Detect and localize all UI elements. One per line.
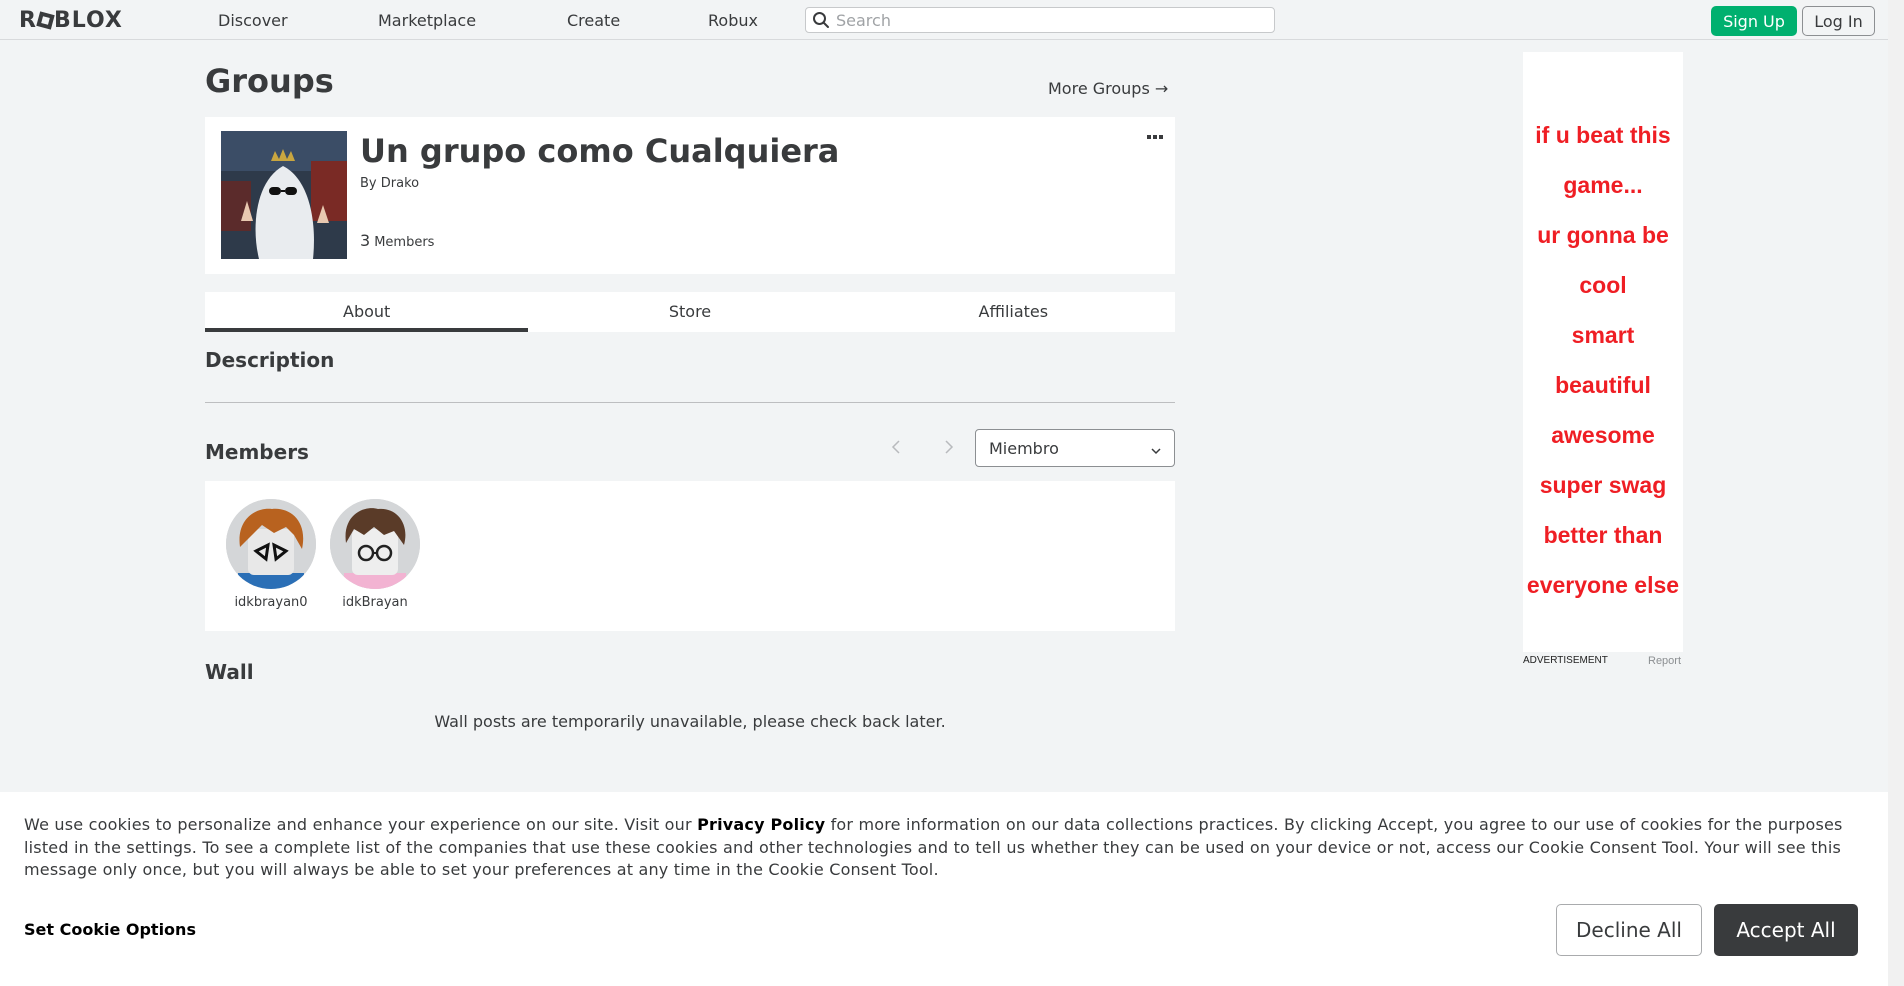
wall-heading: Wall: [205, 660, 254, 684]
nav-create[interactable]: Create: [567, 11, 620, 30]
tab-affiliates[interactable]: Affiliates: [852, 292, 1175, 332]
advertisement-label: ADVERTISEMENT: [1523, 655, 1608, 666]
group-header-card: Un grupo como Cualquiera By Drako 3 Membe…: [205, 117, 1175, 274]
group-tabs: About Store Affiliates: [205, 292, 1175, 332]
description-heading: Description: [205, 348, 335, 372]
member-count: 3 Members: [360, 231, 434, 250]
owner-prefix: By: [360, 176, 377, 191]
section-divider: [205, 402, 1175, 403]
group-owner-line: By Drako: [360, 176, 419, 191]
previous-page-icon[interactable]: [886, 437, 906, 457]
ad-text-line: beautiful: [1555, 372, 1651, 398]
ad-text-line: everyone else: [1526, 572, 1680, 598]
sign-up-button[interactable]: Sign Up: [1711, 6, 1797, 36]
next-page-icon[interactable]: [939, 437, 959, 457]
member-card[interactable]: idkBrayan: [323, 499, 427, 610]
cookie-text-before: We use cookies to personalize and enhanc…: [24, 815, 698, 834]
decline-all-button[interactable]: Decline All: [1556, 904, 1702, 956]
advertisement-banner[interactable]: if u beat this game... ur gonna be cool …: [1523, 52, 1683, 652]
group-name: Un grupo como Cualquiera: [360, 132, 840, 170]
search-bar: [805, 7, 1275, 33]
more-options-icon[interactable]: [1145, 129, 1165, 141]
chevron-down-icon: [1150, 442, 1162, 461]
ad-text-line: awesome: [1551, 422, 1655, 448]
owner-link[interactable]: Drako: [381, 176, 419, 191]
top-navigation: R BLOX Discover Marketplace Create Robux …: [0, 0, 1888, 40]
privacy-policy-link[interactable]: Privacy Policy: [697, 815, 825, 834]
avatar: [330, 499, 420, 589]
page-scrollbar[interactable]: [1888, 0, 1904, 986]
cookie-consent-banner: We use cookies to personalize and enhanc…: [0, 792, 1888, 986]
member-card[interactable]: idkbrayan0: [219, 499, 323, 610]
avatar: [226, 499, 316, 589]
wall-unavailable-message: Wall posts are temporarily unavailable, …: [434, 712, 946, 731]
ad-text-line: ur gonna be: [1537, 222, 1669, 248]
member-count-label: Members: [374, 235, 435, 250]
member-name: idkBrayan: [342, 595, 408, 610]
accept-all-button[interactable]: Accept All: [1714, 904, 1858, 956]
members-heading: Members: [205, 440, 309, 464]
nav-robux[interactable]: Robux: [708, 11, 758, 30]
role-dropdown-value: Miembro: [989, 438, 1059, 458]
ad-text-line: if u beat this: [1535, 122, 1671, 148]
group-emblem-image: [221, 131, 347, 259]
roblox-logo[interactable]: R BLOX: [19, 8, 123, 33]
cookie-message: We use cookies to personalize and enhanc…: [24, 814, 1869, 882]
ad-text-line: smart: [1571, 322, 1635, 348]
log-in-button[interactable]: Log In: [1802, 6, 1875, 36]
nav-marketplace[interactable]: Marketplace: [378, 11, 476, 30]
report-ad-link[interactable]: Report: [1648, 655, 1681, 667]
more-groups-link[interactable]: More Groups →: [1048, 79, 1168, 98]
set-cookie-options-link[interactable]: Set Cookie Options: [24, 920, 196, 939]
nav-discover[interactable]: Discover: [218, 11, 288, 30]
member-name: idkbrayan0: [234, 595, 308, 610]
members-list: idkbrayan0 idkBrayan: [205, 481, 1175, 631]
member-count-number: 3: [360, 231, 371, 250]
ad-text-line: game...: [1563, 172, 1643, 198]
search-icon[interactable]: [806, 11, 836, 29]
page-title: Groups: [205, 62, 334, 100]
ad-text-line: better than: [1543, 522, 1663, 548]
ad-text-line: super swag: [1539, 472, 1667, 498]
search-input[interactable]: [836, 10, 1256, 30]
tab-about[interactable]: About: [205, 292, 529, 332]
tab-store[interactable]: Store: [528, 292, 851, 332]
role-dropdown[interactable]: Miembro: [975, 429, 1175, 467]
ad-text-line: cool: [1579, 272, 1627, 298]
